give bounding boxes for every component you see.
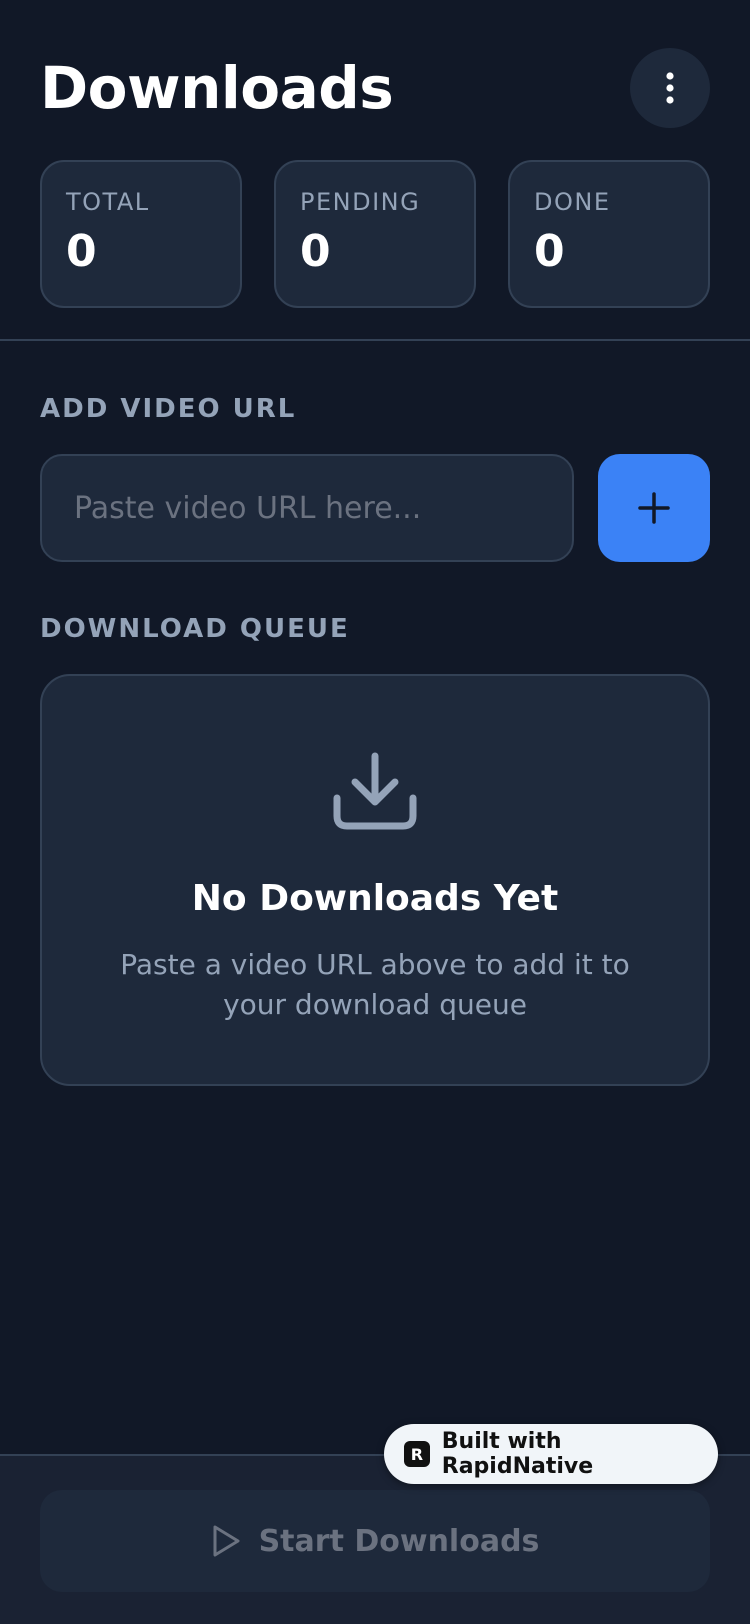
- badge-text: Built with RapidNative: [441, 1429, 594, 1479]
- stat-value: 0: [66, 226, 97, 277]
- stat-value: 0: [300, 226, 331, 277]
- divider: [0, 339, 750, 341]
- page-title: Downloads: [40, 54, 394, 122]
- stats-row: TOTAL 0 PENDING 0 DONE 0: [40, 160, 710, 308]
- download-icon: [333, 752, 417, 830]
- empty-state-description: Paste a video URL above to add it to you…: [120, 948, 630, 1021]
- stat-value: 0: [534, 226, 565, 277]
- play-icon: [213, 1525, 240, 1557]
- start-downloads-label: Start Downloads: [258, 1523, 540, 1559]
- download-queue-label: DOWNLOAD QUEUE: [40, 614, 350, 644]
- url-input-row: [40, 454, 710, 562]
- empty-queue-card: No Downloads Yet Paste a video URL above…: [40, 674, 710, 1086]
- stat-label: DONE: [534, 188, 611, 216]
- stat-label: PENDING: [300, 188, 421, 216]
- plus-icon: [638, 492, 670, 524]
- add-video-url-label: ADD VIDEO URL: [40, 394, 297, 424]
- video-url-input[interactable]: [40, 454, 574, 562]
- more-vertical-icon: [666, 72, 674, 104]
- downloads-screen: Downloads TOTAL 0 PENDING 0 DONE 0 ADD V…: [0, 0, 750, 1624]
- rapidnative-logo-icon: R: [404, 1441, 430, 1467]
- header: Downloads: [40, 48, 710, 128]
- stat-card-pending: PENDING 0: [274, 160, 476, 308]
- stat-card-done: DONE 0: [508, 160, 710, 308]
- stat-label: TOTAL: [66, 188, 150, 216]
- add-url-button[interactable]: [598, 454, 710, 562]
- stat-card-total: TOTAL 0: [40, 160, 242, 308]
- empty-state-title: No Downloads Yet: [191, 878, 559, 919]
- built-with-badge[interactable]: R Built with RapidNative: [384, 1424, 718, 1484]
- start-downloads-button[interactable]: Start Downloads: [40, 1490, 710, 1592]
- more-options-button[interactable]: [630, 48, 710, 128]
